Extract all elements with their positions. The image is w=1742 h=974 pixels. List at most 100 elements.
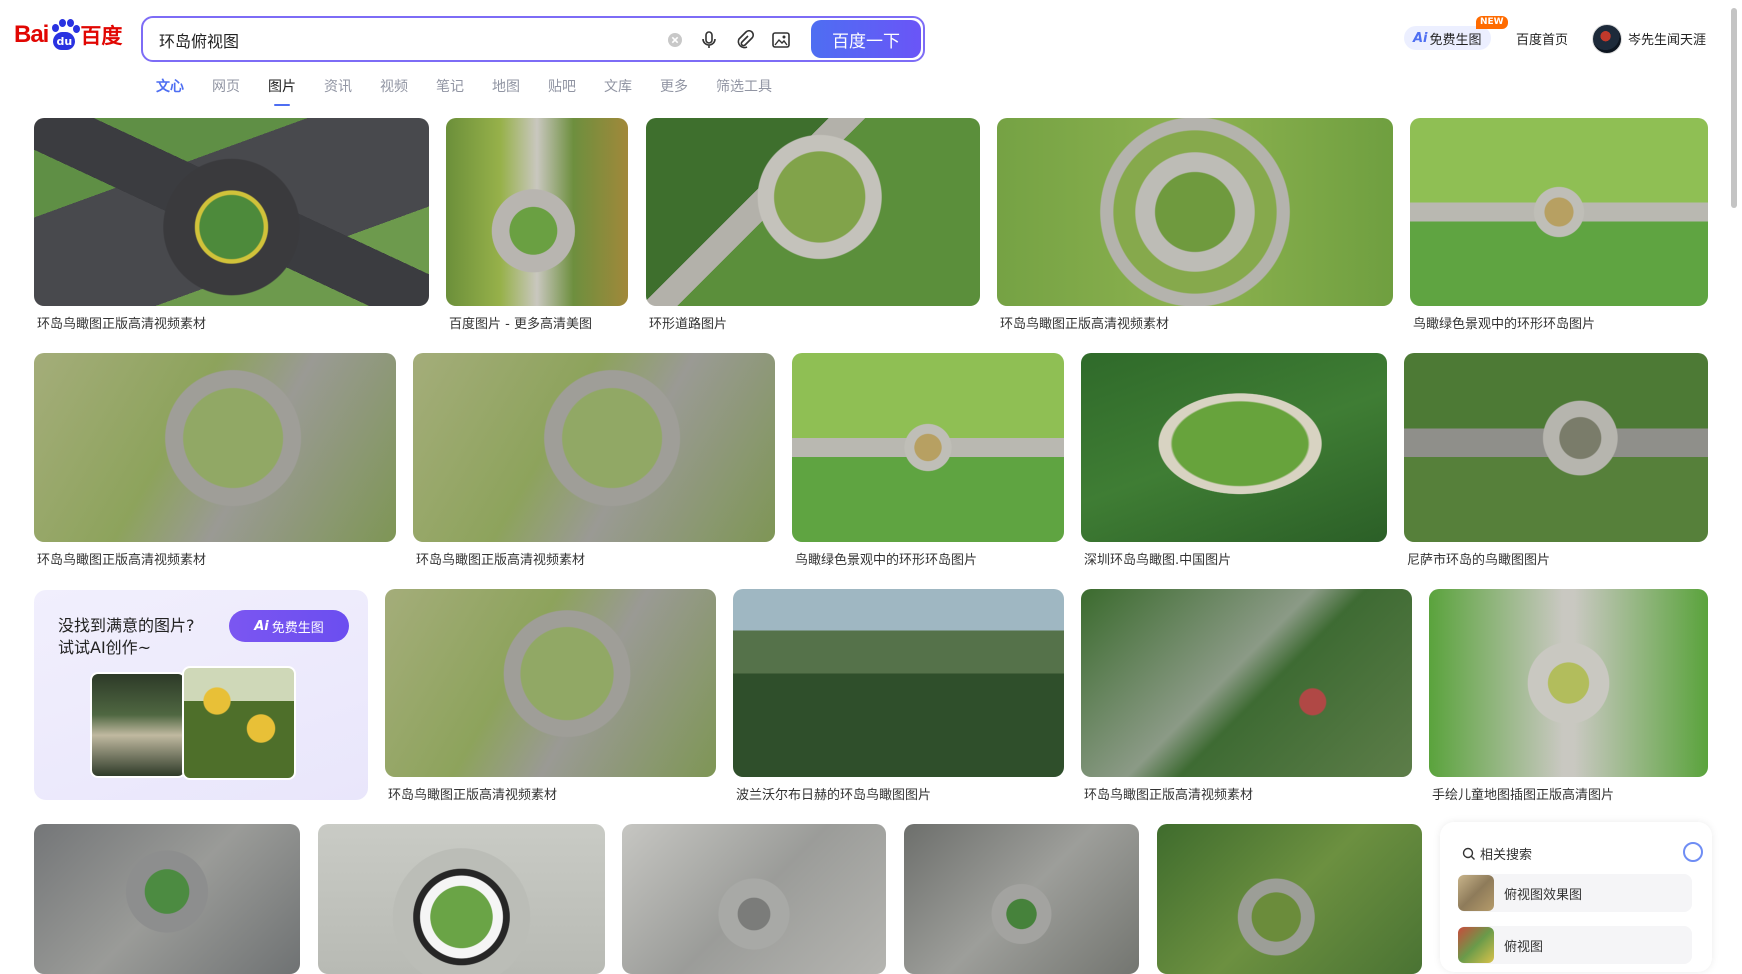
result-caption[interactable]: 环岛鸟瞰图正版高清视频素材 bbox=[997, 313, 1393, 332]
new-badge: NEW bbox=[1476, 16, 1508, 29]
result-image[interactable] bbox=[1404, 353, 1708, 542]
result-caption[interactable]: 环岛鸟瞰图正版高清视频素材 bbox=[34, 549, 396, 568]
image-search-icon[interactable] bbox=[769, 28, 793, 52]
result-caption[interactable]: 鸟瞰绿色景观中的环形环岛图片 bbox=[792, 549, 1064, 568]
tab-wenxin[interactable]: 文心 bbox=[156, 76, 184, 96]
ai-generate-pill[interactable]: Ai 免费生图 bbox=[1404, 26, 1491, 50]
result-card[interactable] bbox=[622, 824, 886, 974]
result-card[interactable] bbox=[904, 824, 1139, 974]
attachment-icon[interactable] bbox=[733, 28, 757, 52]
baidu-home-link[interactable]: 百度首页 bbox=[1516, 29, 1568, 48]
tab-news[interactable]: 资讯 bbox=[324, 76, 352, 96]
scrollbar[interactable] bbox=[1730, 0, 1738, 960]
search-icon bbox=[1462, 847, 1475, 860]
username[interactable]: 岑先生闻天涯 bbox=[1628, 29, 1706, 48]
result-card[interactable]: 尼萨市环岛的鸟瞰图图片 bbox=[1404, 353, 1708, 568]
result-caption[interactable]: 环岛鸟瞰图正版高清视频素材 bbox=[34, 313, 429, 332]
result-card[interactable]: 环形道路图片 bbox=[646, 118, 980, 332]
tab-filter-tools[interactable]: 筛选工具 bbox=[716, 76, 772, 96]
logo-du-text: du bbox=[53, 32, 76, 50]
result-card[interactable] bbox=[318, 824, 605, 974]
result-card[interactable]: 鸟瞰绿色景观中的环形环岛图片 bbox=[792, 353, 1064, 568]
result-image[interactable] bbox=[1157, 824, 1422, 974]
paw-icon: du bbox=[49, 18, 81, 52]
related-thumb bbox=[1458, 875, 1494, 911]
result-card[interactable]: 手绘儿童地图插图正版高清图片 bbox=[1429, 589, 1708, 803]
related-search-title: 相关搜索 bbox=[1480, 848, 1533, 863]
result-caption[interactable]: 尼萨市环岛的鸟瞰图图片 bbox=[1404, 549, 1708, 568]
result-caption[interactable]: 深圳环岛鸟瞰图.中国图片 bbox=[1081, 549, 1387, 568]
ai-logo-icon: Ai bbox=[1413, 30, 1428, 46]
result-card[interactable]: 波兰沃尔布日赫的环岛鸟瞰图图片 bbox=[733, 589, 1064, 803]
result-image[interactable] bbox=[1081, 589, 1412, 777]
result-image[interactable] bbox=[34, 118, 429, 306]
result-card[interactable]: 深圳环岛鸟瞰图.中国图片 bbox=[1081, 353, 1387, 568]
result-image[interactable] bbox=[413, 353, 775, 542]
search-tabs: 文心 网页 图片 资讯 视频 笔记 地图 贴吧 文库 更多 筛选工具 bbox=[156, 76, 800, 106]
microphone-icon[interactable] bbox=[697, 28, 721, 52]
related-search-item[interactable]: 俯视图效果图 bbox=[1458, 874, 1692, 912]
result-card[interactable]: 环岛鸟瞰图正版高清视频素材 bbox=[385, 589, 716, 803]
related-search-item[interactable]: 俯视图 bbox=[1458, 926, 1692, 964]
result-image[interactable] bbox=[446, 118, 628, 306]
promo-line-1: 没找到满意的图片? bbox=[58, 616, 195, 635]
ai-generate-button[interactable]: Ai 免费生图 bbox=[229, 610, 349, 642]
result-card[interactable]: 环岛鸟瞰图正版高清视频素材 bbox=[413, 353, 775, 568]
tab-map[interactable]: 地图 bbox=[492, 76, 520, 96]
result-image[interactable] bbox=[34, 824, 300, 974]
result-card[interactable]: 环岛鸟瞰图正版高清视频素材 bbox=[1081, 589, 1412, 803]
ai-promo-card: 没找到满意的图片? 试试AI创作~ Ai 免费生图 bbox=[34, 590, 368, 800]
result-caption[interactable]: 波兰沃尔布日赫的环岛鸟瞰图图片 bbox=[733, 784, 1064, 803]
tab-images[interactable]: 图片 bbox=[268, 76, 296, 106]
result-image[interactable] bbox=[792, 353, 1064, 542]
result-card[interactable]: 环岛鸟瞰图正版高清视频素材 bbox=[997, 118, 1393, 332]
related-thumb bbox=[1458, 927, 1494, 963]
tab-web[interactable]: 网页 bbox=[212, 76, 240, 96]
result-image[interactable] bbox=[622, 824, 886, 974]
search-button[interactable]: 百度一下 bbox=[811, 20, 921, 58]
baidu-logo[interactable]: Bai du 百度 bbox=[14, 18, 122, 52]
ai-generate-label: 免费生图 bbox=[1429, 32, 1482, 48]
ai-generate-button-label: 免费生图 bbox=[271, 620, 324, 636]
result-image[interactable] bbox=[1410, 118, 1708, 306]
result-card[interactable]: 鸟瞰绿色景观中的环形环岛图片 bbox=[1410, 118, 1708, 332]
result-caption[interactable]: 手绘儿童地图插图正版高清图片 bbox=[1429, 784, 1708, 803]
tab-tieba[interactable]: 贴吧 bbox=[548, 76, 576, 96]
result-image[interactable] bbox=[646, 118, 980, 306]
logo-cn-text: 百度 bbox=[80, 24, 123, 48]
result-card[interactable] bbox=[34, 824, 300, 974]
tab-notes[interactable]: 笔记 bbox=[436, 76, 464, 96]
result-card[interactable] bbox=[1157, 824, 1422, 974]
result-card[interactable]: 百度图片 - 更多高清美图 bbox=[446, 118, 628, 332]
promo-line-2: 试试AI创作~ bbox=[58, 638, 152, 657]
tab-video[interactable]: 视频 bbox=[380, 76, 408, 96]
result-caption[interactable]: 百度图片 - 更多高清美图 bbox=[446, 313, 628, 332]
related-search-header: 相关搜索 bbox=[1462, 844, 1532, 863]
result-caption[interactable]: 环岛鸟瞰图正版高清视频素材 bbox=[413, 549, 775, 568]
refresh-icon[interactable] bbox=[1683, 842, 1703, 862]
result-image[interactable] bbox=[1429, 589, 1708, 777]
result-image[interactable] bbox=[1081, 353, 1387, 542]
search-input[interactable] bbox=[157, 26, 661, 54]
related-search-panel: 相关搜索 俯视图效果图 俯视图 bbox=[1440, 822, 1712, 972]
avatar[interactable] bbox=[1592, 24, 1622, 54]
result-image[interactable] bbox=[318, 824, 605, 974]
result-image[interactable] bbox=[385, 589, 716, 777]
result-image[interactable] bbox=[34, 353, 396, 542]
result-caption[interactable]: 环岛鸟瞰图正版高清视频素材 bbox=[385, 784, 716, 803]
result-card[interactable]: 环岛鸟瞰图正版高清视频素材 bbox=[34, 353, 396, 568]
tab-wenku[interactable]: 文库 bbox=[604, 76, 632, 96]
promo-sample-image bbox=[182, 666, 296, 780]
scrollbar-thumb[interactable] bbox=[1731, 8, 1737, 208]
result-image[interactable] bbox=[997, 118, 1393, 306]
result-caption[interactable]: 环形道路图片 bbox=[646, 313, 980, 332]
tab-more[interactable]: 更多 bbox=[660, 76, 688, 96]
ai-logo-icon: Ai bbox=[254, 618, 269, 634]
result-caption[interactable]: 环岛鸟瞰图正版高清视频素材 bbox=[1081, 784, 1412, 803]
result-image[interactable] bbox=[733, 589, 1064, 777]
result-card[interactable]: 环岛鸟瞰图正版高清视频素材 bbox=[34, 118, 429, 332]
clear-icon[interactable] bbox=[663, 28, 687, 52]
result-caption[interactable]: 鸟瞰绿色景观中的环形环岛图片 bbox=[1410, 313, 1708, 332]
result-image[interactable] bbox=[904, 824, 1139, 974]
search-box: 百度一下 bbox=[141, 16, 925, 62]
